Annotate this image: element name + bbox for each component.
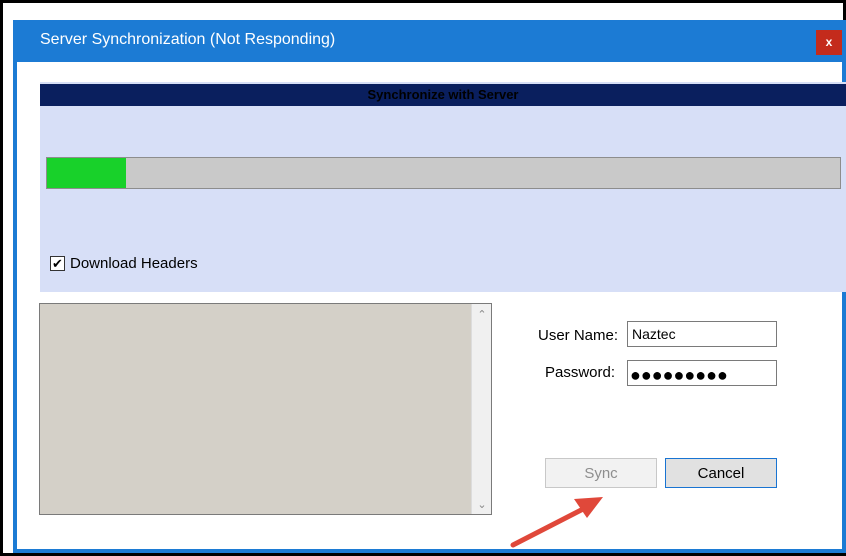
sync-panel: Synchronize with Server ✔ Download Heade…: [40, 82, 846, 292]
password-input[interactable]: [627, 360, 777, 386]
progress-fill: [47, 158, 127, 188]
download-headers-checkbox[interactable]: ✔: [50, 255, 65, 271]
progress-bar: [46, 157, 841, 189]
sync-log-box[interactable]: ⌃ ⌄: [39, 303, 492, 515]
download-headers-checkbox-row[interactable]: ✔ Download Headers: [50, 253, 198, 273]
log-scrollbar[interactable]: ⌃ ⌄: [471, 304, 491, 514]
sync-button[interactable]: Sync: [545, 458, 657, 488]
panel-header: Synchronize with Server: [40, 84, 846, 106]
scroll-up-icon[interactable]: ⌃: [472, 304, 492, 324]
check-icon: ✔: [52, 255, 63, 271]
download-headers-label: Download Headers: [70, 254, 198, 272]
cancel-button[interactable]: Cancel: [665, 458, 777, 488]
username-input[interactable]: [627, 321, 777, 347]
scroll-down-icon[interactable]: ⌄: [472, 494, 492, 514]
password-label: Password:: [545, 364, 616, 381]
username-label: User Name:: [538, 327, 619, 344]
